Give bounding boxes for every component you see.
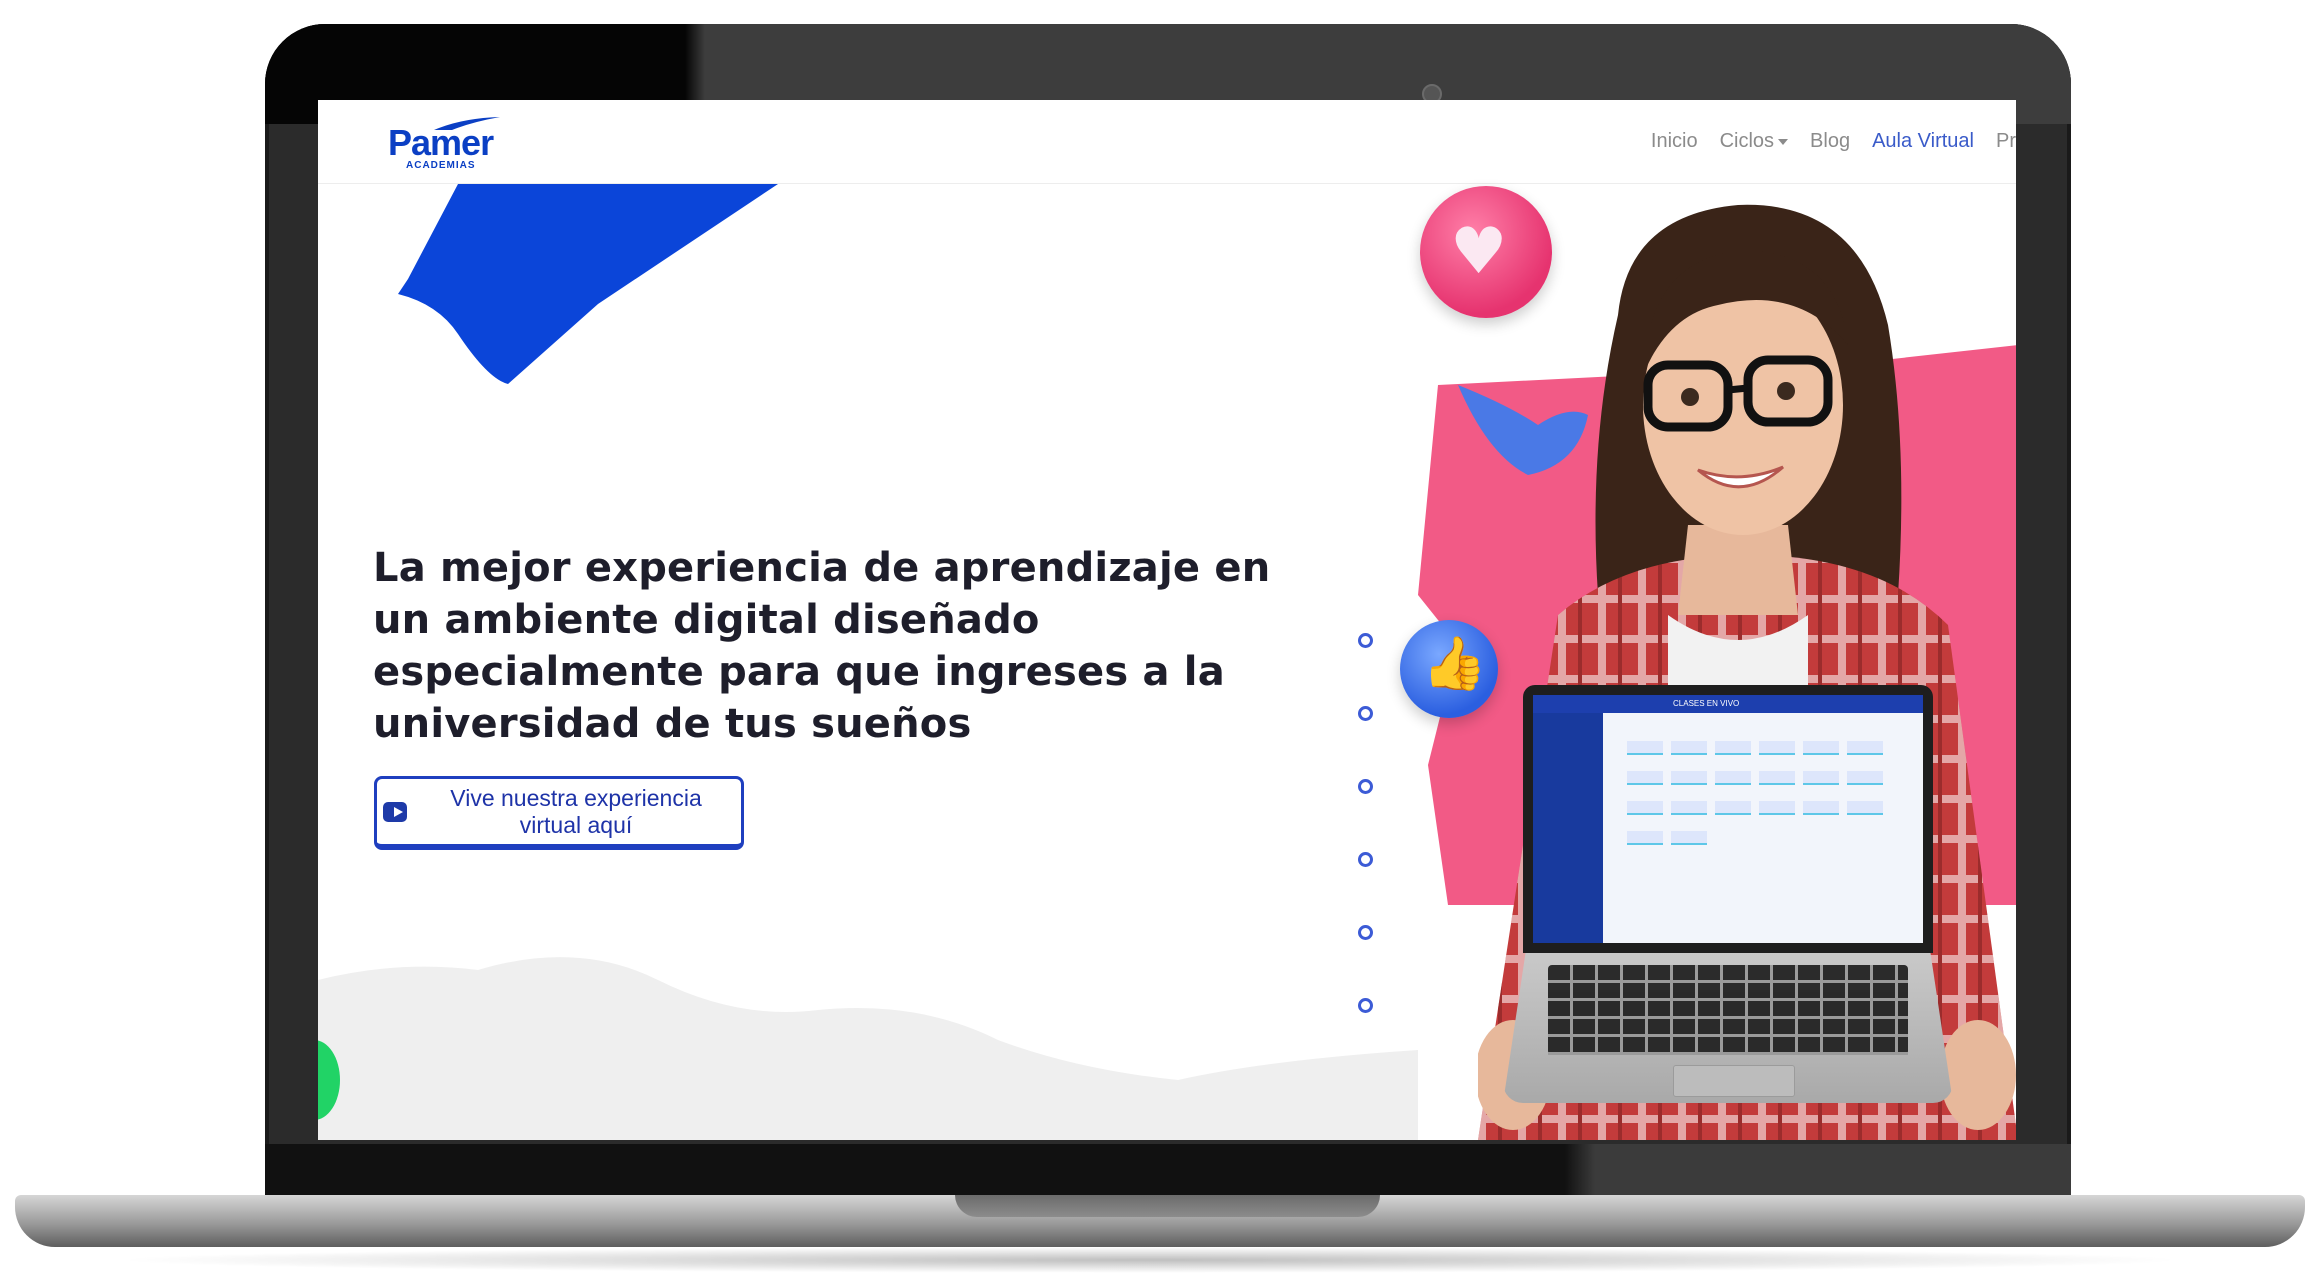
slider-dot[interactable] — [1358, 998, 1373, 1013]
logo-subtext: ACADEMIAS — [406, 160, 476, 171]
gray-wave-decoration — [318, 957, 1418, 1140]
nav-ciclos-label: Ciclos — [1719, 130, 1775, 152]
heart-icon: ♥ — [1450, 215, 1508, 289]
preview-title: CLASES EN VIVO — [1673, 699, 1740, 708]
held-laptop-trackpad — [1673, 1065, 1795, 1097]
nav-truncated[interactable]: Pr — [1996, 130, 2016, 153]
nav-inicio[interactable]: Inicio — [1651, 130, 1698, 153]
nav-aula-virtual[interactable]: Aula Virtual — [1872, 130, 1974, 153]
pamer-logo[interactable]: Pamer ACADEMIAS — [388, 116, 518, 172]
heart-bubble: ♥ — [1420, 186, 1552, 318]
slider-dot[interactable] — [1358, 779, 1373, 794]
laptop-base-notch — [955, 1195, 1380, 1217]
slider-dot[interactable] — [1358, 633, 1373, 648]
navbar: Pamer ACADEMIAS Inicio Ciclos Blog Aula … — [318, 100, 2016, 184]
website-screen: Pamer ACADEMIAS Inicio Ciclos Blog Aula … — [318, 100, 2016, 1140]
held-laptop-screen: CLASES EN VIVO — [1523, 685, 1933, 953]
nav-ciclos[interactable]: Ciclos — [1719, 130, 1789, 153]
like-bubble: 👍 — [1400, 620, 1498, 718]
slider-dot[interactable] — [1358, 706, 1373, 721]
thumbs-up-icon: 👍 — [1422, 634, 1487, 694]
preview-sidebar — [1533, 713, 1603, 943]
virtual-classroom-preview: CLASES EN VIVO — [1533, 695, 1923, 943]
slider-dot[interactable] — [1358, 852, 1373, 867]
slider-dot[interactable] — [1358, 925, 1373, 940]
cta-label: Vive nuestra experiencia virtual aquí — [450, 784, 702, 838]
held-laptop: CLASES EN VIVO — [1503, 685, 1953, 1140]
logo-text: Pamer — [388, 122, 494, 163]
blue-brush-stroke — [398, 184, 778, 384]
hero-title: La mejor experiencia de aprendizaje en u… — [373, 545, 1271, 747]
laptop-shadow — [110, 1247, 2190, 1273]
nav-blog[interactable]: Blog — [1810, 130, 1850, 153]
youtube-icon — [383, 801, 408, 822]
slider-dots — [1358, 633, 1373, 1071]
caret-down-icon — [1778, 138, 1789, 145]
nav-links: Inicio Ciclos Blog Aula Virtual Pr — [1651, 100, 2016, 183]
virtual-experience-button[interactable]: Vive nuestra experiencia virtual aquí — [374, 776, 744, 850]
preview-schedule-grid — [1623, 735, 1913, 855]
